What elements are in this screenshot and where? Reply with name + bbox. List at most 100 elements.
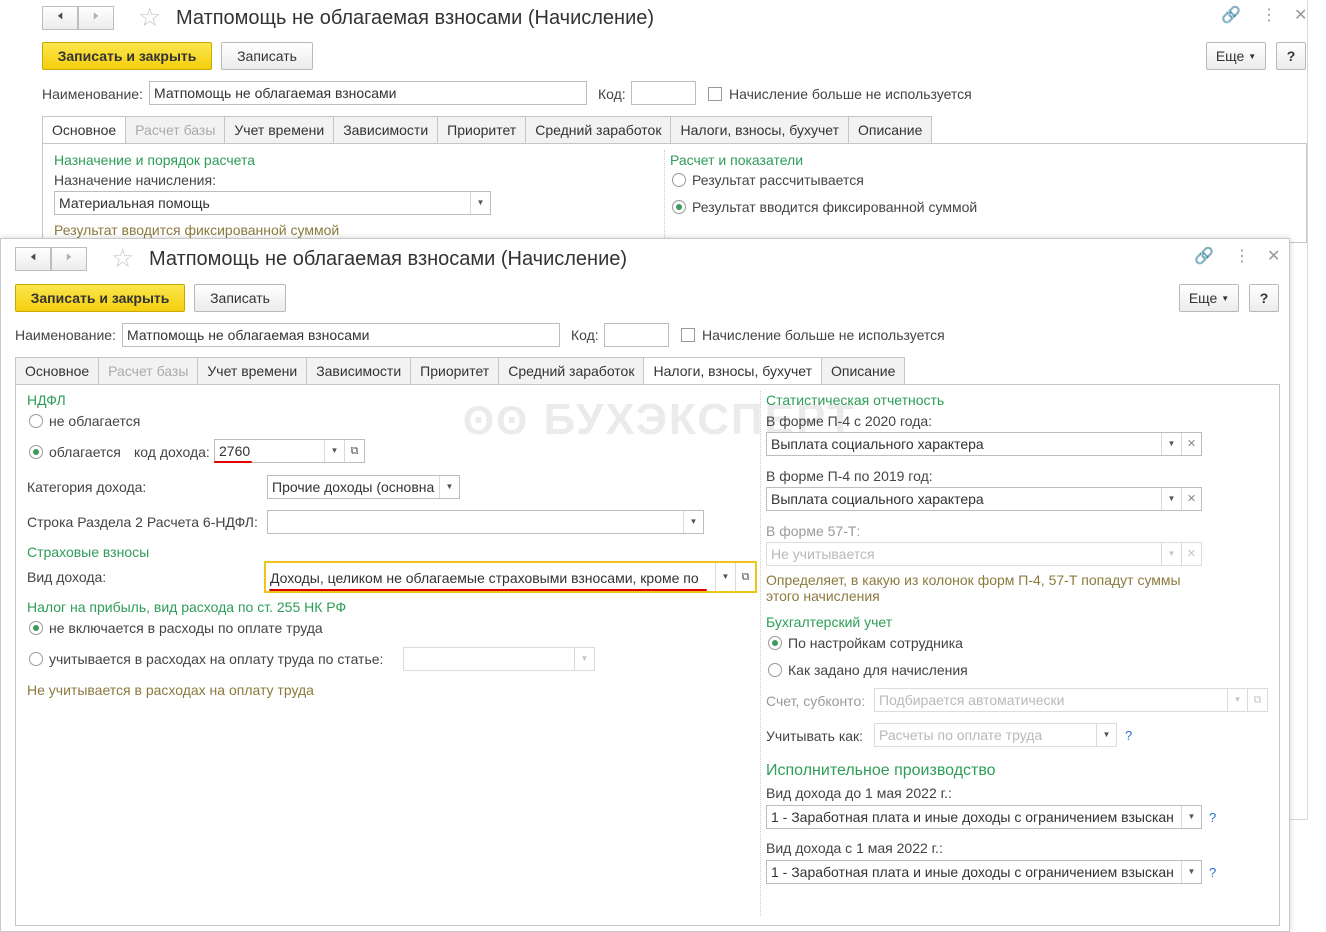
radio-profit-not-included[interactable] bbox=[29, 621, 43, 635]
dropdown-arrow-icon[interactable]: ▼ bbox=[470, 192, 490, 214]
income-code-value: 2760 bbox=[219, 443, 251, 459]
p4-2019-value: Выплата социального характера bbox=[771, 491, 984, 507]
income-category-select[interactable]: Прочие доходы (основна ▼ bbox=[267, 475, 460, 499]
tab-taxes[interactable]: Налоги, взносы, бухучет bbox=[670, 116, 848, 144]
forward-arrow-button[interactable]: 🢒 bbox=[51, 247, 87, 271]
tab-base-calc[interactable]: Расчет базы bbox=[125, 116, 225, 144]
open-form-icon[interactable]: ⧉ bbox=[1247, 689, 1267, 711]
p4-2020-select[interactable]: Выплата социального характера ▼ ✕ bbox=[766, 432, 1202, 456]
front-window: 🢐 🢒 ☆ Матпомощь не облагаемая взносами (… bbox=[0, 238, 1290, 932]
save-close-button[interactable]: Записать и закрыть bbox=[42, 42, 212, 70]
open-form-icon[interactable]: ⧉ bbox=[735, 563, 755, 591]
clear-icon[interactable]: ✕ bbox=[1181, 488, 1201, 510]
radio-ndfl-taxed-label: облагается bbox=[49, 444, 121, 460]
help-question-icon[interactable]: ? bbox=[1209, 865, 1216, 880]
tab-taxes[interactable]: Налоги, взносы, бухучет bbox=[643, 357, 821, 385]
clear-icon[interactable]: ✕ bbox=[1181, 433, 1201, 455]
radio-acc-by-employee[interactable] bbox=[768, 636, 782, 650]
name-input[interactable]: Матпомощь не облагаемая взносами bbox=[122, 323, 560, 347]
treat-as-label: Учитывать как: bbox=[766, 728, 864, 744]
profit-article-select[interactable]: ▼ bbox=[403, 647, 595, 671]
dropdown-arrow-icon[interactable]: ▼ bbox=[1161, 543, 1181, 565]
account-select[interactable]: Подбирается автоматически ▼ ⧉ bbox=[874, 688, 1268, 712]
favorite-star-icon[interactable]: ☆ bbox=[111, 245, 134, 271]
radio-ndfl-not-taxed-label: не облагается bbox=[49, 413, 141, 429]
radio-ndfl-not-taxed[interactable] bbox=[29, 414, 43, 428]
f57t-select[interactable]: Не учитывается ▼ ✕ bbox=[766, 542, 1202, 566]
tab-main[interactable]: Основное bbox=[15, 357, 99, 385]
tab-priority[interactable]: Приоритет bbox=[437, 116, 526, 144]
forward-arrow-button[interactable]: 🢒 bbox=[78, 6, 114, 30]
dropdown-arrow-icon[interactable]: ▼ bbox=[1161, 488, 1181, 510]
tab-main[interactable]: Основное bbox=[42, 116, 126, 144]
radio-result-calculated[interactable] bbox=[672, 173, 686, 187]
radio-ndfl-taxed[interactable] bbox=[29, 445, 43, 459]
treat-as-select[interactable]: Расчеты по оплате труда ▼ bbox=[874, 723, 1117, 747]
tab-time[interactable]: Учет времени bbox=[197, 357, 307, 385]
tab-dependencies[interactable]: Зависимости bbox=[333, 116, 438, 144]
enforcement-before-select[interactable]: 1 - Заработная плата и иные доходы с огр… bbox=[766, 805, 1202, 829]
help-button[interactable]: ? bbox=[1276, 42, 1306, 70]
tab-dependencies[interactable]: Зависимости bbox=[306, 357, 411, 385]
more-vert-icon[interactable]: ⋮ bbox=[1261, 8, 1277, 24]
back-arrow-button[interactable]: 🢐 bbox=[15, 247, 51, 271]
dropdown-arrow-icon[interactable]: ▼ bbox=[1161, 433, 1181, 455]
purpose-select[interactable]: Материальная помощь ▼ bbox=[54, 191, 491, 215]
dropdown-arrow-icon[interactable]: ▼ bbox=[715, 563, 735, 591]
p4-2020-value: Выплата социального характера bbox=[771, 436, 984, 452]
clear-icon[interactable]: ✕ bbox=[1181, 543, 1201, 565]
link-icon[interactable]: 🔗 bbox=[1194, 249, 1214, 265]
dropdown-arrow-icon[interactable]: ▼ bbox=[1181, 861, 1201, 883]
more-vert-icon[interactable]: ⋮ bbox=[1234, 249, 1250, 265]
tab-priority[interactable]: Приоритет bbox=[410, 357, 499, 385]
radio-profit-by-article-label: учитывается в расходах на оплату труда п… bbox=[49, 651, 384, 667]
income-code-select[interactable]: 2760 ▼ ⧉ bbox=[214, 439, 365, 463]
radio-acc-as-set[interactable] bbox=[768, 663, 782, 677]
close-icon[interactable]: ✕ bbox=[1294, 8, 1307, 24]
dropdown-arrow-icon[interactable]: ▼ bbox=[324, 440, 344, 462]
open-form-icon[interactable]: ⧉ bbox=[344, 440, 364, 462]
tab-base-calc[interactable]: Расчет базы bbox=[98, 357, 198, 385]
dropdown-arrow-icon[interactable]: ▼ bbox=[574, 648, 594, 670]
not-used-checkbox[interactable] bbox=[681, 328, 695, 342]
tab-description[interactable]: Описание bbox=[820, 357, 906, 385]
section-calc-header: Расчет и показатели bbox=[670, 152, 804, 168]
not-used-checkbox[interactable] bbox=[708, 87, 722, 101]
favorite-star-icon[interactable]: ☆ bbox=[138, 4, 161, 30]
help-question-icon[interactable]: ? bbox=[1209, 810, 1216, 825]
radio-profit-by-article[interactable] bbox=[29, 652, 43, 666]
dropdown-arrow-icon[interactable]: ▼ bbox=[439, 476, 459, 498]
save-close-button[interactable]: Записать и закрыть bbox=[15, 284, 185, 312]
save-button[interactable]: Записать bbox=[194, 284, 286, 312]
underline-mark bbox=[214, 461, 252, 463]
back-arrow-button[interactable]: 🢐 bbox=[42, 6, 78, 30]
help-question-icon[interactable]: ? bbox=[1125, 728, 1132, 743]
dropdown-arrow-icon[interactable]: ▼ bbox=[683, 511, 703, 533]
dropdown-arrow-icon[interactable]: ▼ bbox=[1096, 724, 1116, 746]
name-input[interactable]: Матпомощь не облагаемая взносами bbox=[149, 81, 587, 105]
p4-2019-select[interactable]: Выплата социального характера ▼ ✕ bbox=[766, 487, 1202, 511]
chevron-down-icon: ▼ bbox=[1248, 51, 1257, 61]
p4-2020-label: В форме П-4 с 2020 года: bbox=[766, 413, 933, 429]
dropdown-arrow-icon[interactable]: ▼ bbox=[1181, 806, 1201, 828]
ndfl-header: НДФЛ bbox=[27, 392, 66, 408]
more-button[interactable]: Еще ▼ bbox=[1206, 42, 1266, 70]
tab-average-earnings[interactable]: Средний заработок bbox=[525, 116, 671, 144]
help-button[interactable]: ? bbox=[1249, 284, 1279, 312]
enforcement-after-select[interactable]: 1 - Заработная плата и иные доходы с огр… bbox=[766, 860, 1202, 884]
tab-description[interactable]: Описание bbox=[847, 116, 933, 144]
tab-time[interactable]: Учет времени bbox=[224, 116, 334, 144]
purpose-value: Материальная помощь bbox=[59, 195, 210, 211]
close-icon[interactable]: ✕ bbox=[1267, 249, 1280, 265]
save-button[interactable]: Записать bbox=[221, 42, 313, 70]
link-icon[interactable]: 🔗 bbox=[1221, 8, 1241, 24]
code-input[interactable] bbox=[604, 323, 669, 347]
code-input[interactable] bbox=[631, 81, 696, 105]
more-button[interactable]: Еще ▼ bbox=[1179, 284, 1239, 312]
window-title: Матпомощь не облагаемая взносами (Начисл… bbox=[149, 248, 628, 270]
dropdown-arrow-icon[interactable]: ▼ bbox=[1227, 689, 1247, 711]
tab-average-earnings[interactable]: Средний заработок bbox=[498, 357, 644, 385]
radio-result-fixed[interactable] bbox=[672, 200, 686, 214]
chevron-down-icon: ▼ bbox=[1221, 293, 1230, 303]
line-6ndfl-select[interactable]: ▼ bbox=[267, 510, 704, 534]
